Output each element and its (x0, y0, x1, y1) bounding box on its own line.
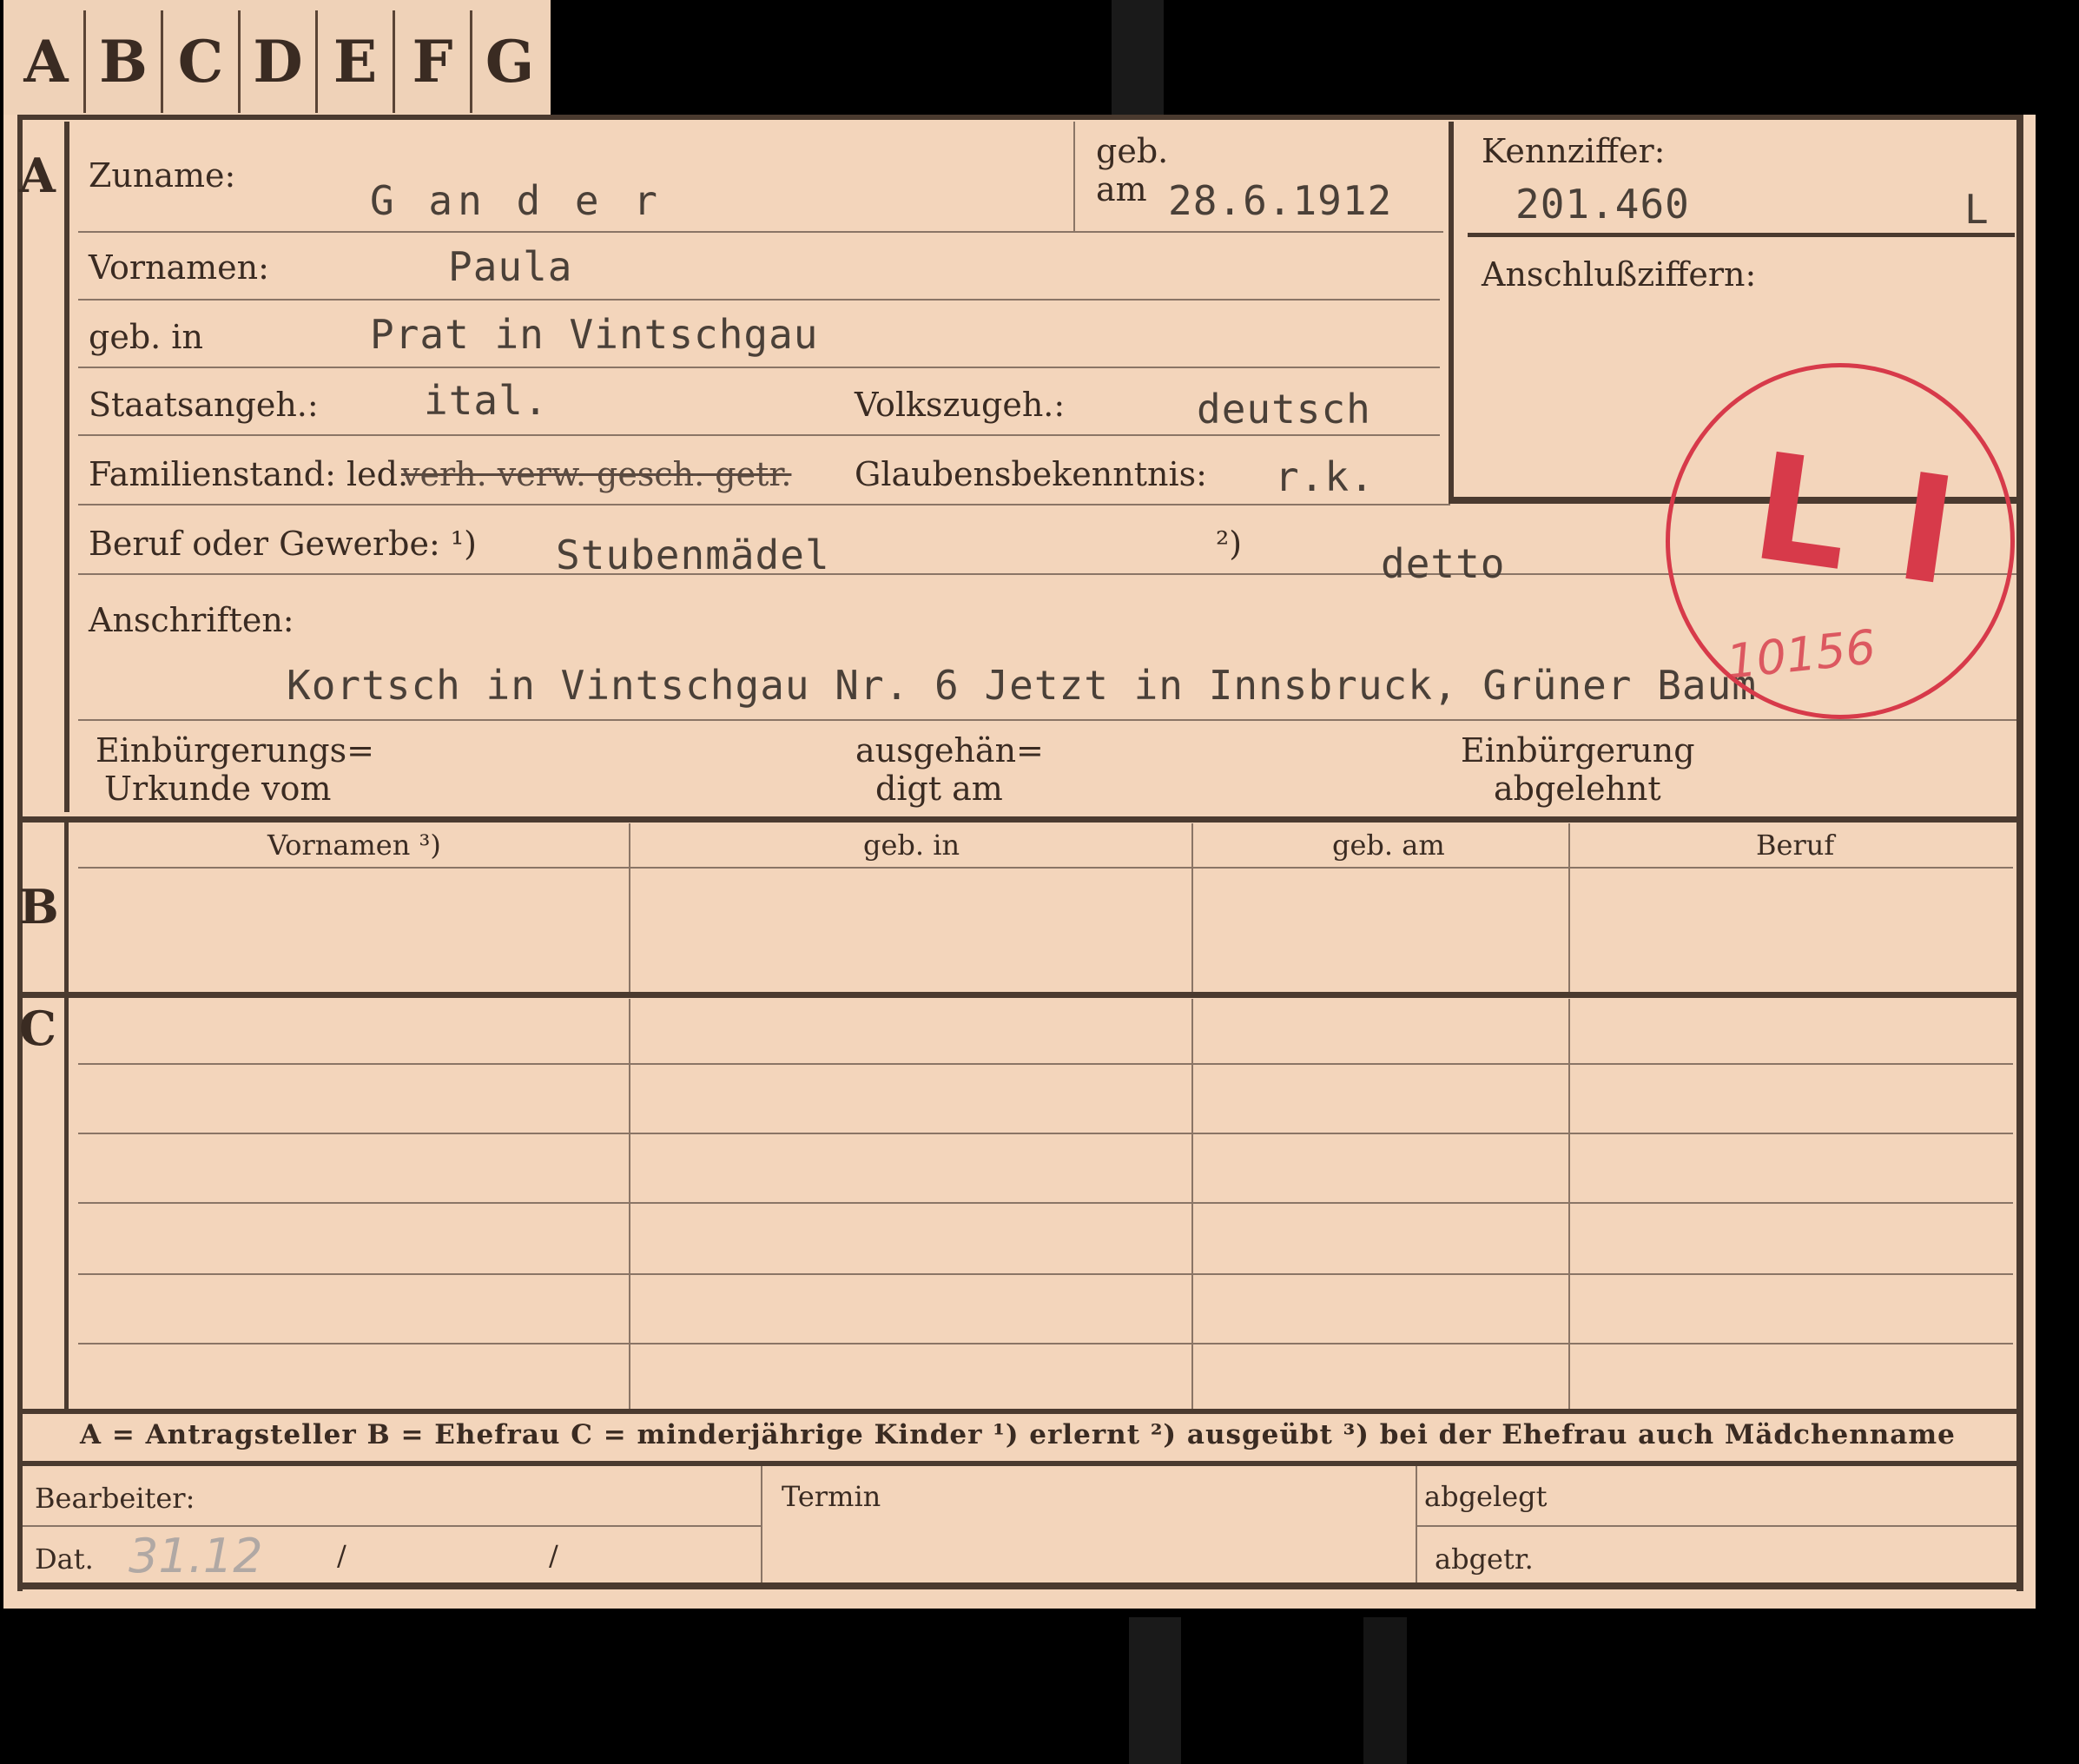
stamp-letters: L I (1743, 420, 1966, 620)
line-anschriften (78, 719, 2016, 721)
ausgehaendigt-label-2: digt am (875, 770, 1003, 808)
anschriften-label: Anschriften: (89, 601, 294, 639)
registration-card (3, 115, 2036, 1609)
line-staatsangeh (78, 434, 1440, 436)
kennziffer-box-left (1449, 122, 1454, 504)
staatsangeh-value: ital. (424, 377, 549, 424)
tab-b[interactable]: B (86, 10, 163, 113)
glaubensbekenntnis-label: Glaubensbekenntnis: (855, 455, 1207, 493)
anschlussziffern-label: Anschlußziffern: (1482, 255, 1757, 294)
table-c-row-line-1 (78, 1063, 2013, 1065)
table-c-row-line-2 (78, 1133, 2013, 1134)
geb-am-divider (1073, 122, 1075, 231)
tab-g[interactable]: G (472, 10, 547, 113)
bearbeiter-label: Bearbeiter: (35, 1482, 195, 1515)
zuname-label: Zuname: (89, 156, 236, 195)
line-geb-in (78, 367, 1440, 368)
film-edge-bottom-2 (1363, 1617, 1407, 1764)
tab-c[interactable]: C (163, 10, 241, 113)
film-edge-bottom-1 (1129, 1617, 1181, 1764)
section-c-divider (64, 998, 69, 1411)
volkszugeh-label: Volkszugeh.: (855, 386, 1066, 424)
tab-a[interactable]: A (9, 10, 86, 113)
abgetr-label: abgetr. (1435, 1543, 1534, 1576)
geb-in-value: Prat in Vintschgau (370, 311, 819, 358)
line-familienstand (78, 504, 1450, 505)
table-b-header-beruf: Beruf (1756, 829, 1835, 862)
table-b-header-geb-in: geb. in (863, 829, 960, 862)
footer-row-line-left (23, 1525, 761, 1527)
table-c-col-divider-2 (1191, 999, 1193, 1409)
tab-f[interactable]: F (395, 10, 472, 113)
section-c-top (17, 992, 2023, 998)
einbuergerung-abgelehnt-label-1: Einbürgerung (1461, 731, 1695, 770)
frame-top (17, 115, 2023, 120)
beruf-1-value: Stubenmädel (556, 532, 830, 578)
staatsangeh-label: Staatsangeh.: (89, 386, 319, 424)
dat-slash-2: / (549, 1539, 558, 1572)
footer-row-line-right (1417, 1525, 2016, 1527)
legend-top (17, 1409, 2023, 1414)
table-b-col-divider-3 (1568, 823, 1570, 992)
zuname-value: G an d e r (370, 177, 663, 224)
einbuergerung-abgelehnt-label-2: abgelehnt (1494, 770, 1661, 808)
table-c-row-line-4 (78, 1273, 2013, 1275)
termin-label: Termin (782, 1480, 881, 1513)
section-a-label: A (19, 148, 56, 203)
beruf-2-label: ²) (1216, 525, 1243, 563)
glaubensbekenntnis-value: r.k. (1275, 453, 1375, 500)
section-b-top (17, 816, 2023, 823)
table-c-col-divider-3 (1568, 999, 1570, 1409)
dat-label: Dat. (35, 1543, 94, 1576)
beruf-2-value: detto (1381, 540, 1506, 587)
section-a-divider (64, 122, 69, 812)
einbuergerung-urkunde-label-1: Einbürgerungs= (96, 731, 374, 770)
volkszugeh-value: deutsch (1197, 386, 1371, 433)
frame-bottom (17, 1582, 2023, 1589)
footer-col-divider-1 (761, 1466, 762, 1582)
footer-col-divider-2 (1416, 1466, 1417, 1582)
film-edge-top (1112, 0, 1164, 115)
letter-tabs: A B C D E F G (3, 0, 551, 115)
vornamen-label: Vornamen: (89, 248, 269, 287)
table-b-header-line (78, 867, 2013, 869)
dat-slash-1: / (337, 1539, 346, 1572)
table-b-header-geb-am: geb. am (1332, 829, 1445, 862)
frame-left (17, 115, 23, 1591)
beruf-label: Beruf oder Gewerbe: ¹) (89, 525, 477, 563)
geb-label: geb. (1096, 132, 1169, 170)
line-vornamen (78, 299, 1440, 301)
einbuergerung-urkunde-label-2: Urkunde vom (104, 770, 332, 808)
kennziffer-value: 201.460 (1515, 181, 1690, 228)
kennziffer-suffix: L (1964, 186, 1990, 233)
table-c-row-line-5 (78, 1343, 2013, 1344)
section-b-divider (64, 823, 69, 996)
frame-right (2016, 115, 2023, 1591)
tab-e[interactable]: E (318, 10, 395, 113)
table-b-header-vornamen: Vornamen ³) (267, 829, 441, 862)
kennziffer-label: Kennziffer: (1482, 132, 1666, 170)
line-zuname (78, 231, 1443, 233)
tab-d[interactable]: D (241, 10, 318, 113)
pencil-date: 31.12 (129, 1529, 263, 1583)
kennziffer-divider (1468, 233, 2015, 237)
vornamen-value: Paula (448, 243, 573, 290)
table-b-col-divider-1 (629, 823, 630, 992)
familienstand-label: Familienstand: led. (89, 455, 409, 493)
geb-am-value: 28.6.1912 (1168, 177, 1393, 224)
table-b-col-divider-2 (1191, 823, 1193, 992)
section-b-label: B (19, 879, 59, 935)
legend-bottom (17, 1461, 2023, 1466)
table-c-row-line-3 (78, 1202, 2013, 1204)
geb-in-label: geb. in (89, 318, 203, 356)
familienstand-struck-options: verh. verw. gesch. getr. (401, 455, 792, 493)
legend-text: A = Antragsteller B = Ehefrau C = minder… (80, 1419, 1956, 1450)
section-c-label: C (19, 1001, 56, 1056)
table-c-col-divider-1 (629, 999, 630, 1409)
abgelegt-label: abgelegt (1424, 1480, 1548, 1513)
geb-am-label: am (1096, 170, 1147, 208)
anschriften-value: Kortsch in Vintschgau Nr. 6 Jetzt in Inn… (287, 662, 1757, 709)
ausgehaendigt-label-1: ausgehän= (855, 731, 1044, 770)
